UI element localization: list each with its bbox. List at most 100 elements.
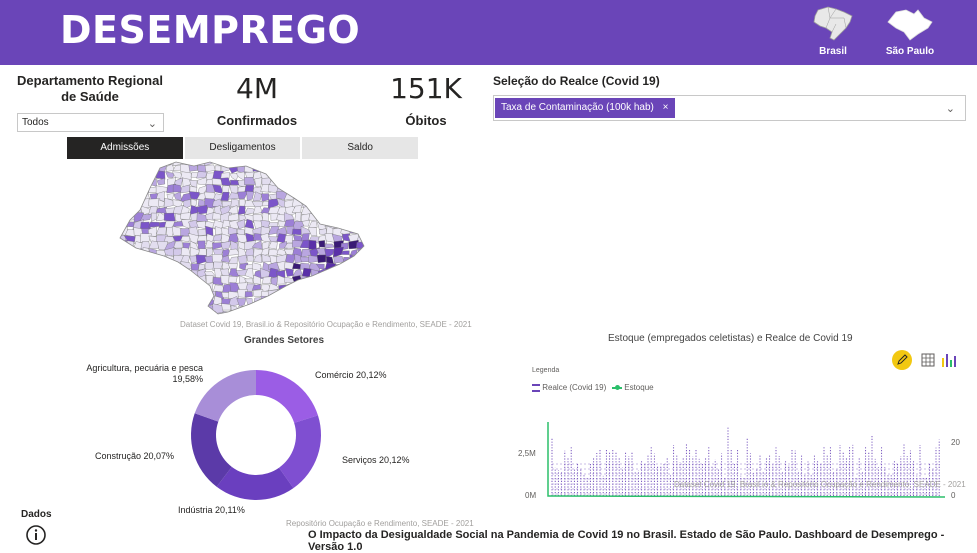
map-municipality[interactable] bbox=[292, 290, 303, 299]
map-municipality[interactable] bbox=[279, 178, 287, 188]
map-municipality[interactable] bbox=[143, 185, 150, 194]
map-municipality[interactable] bbox=[350, 249, 357, 255]
map-municipality[interactable] bbox=[309, 198, 318, 206]
map-municipality[interactable] bbox=[276, 171, 287, 180]
map-municipality[interactable] bbox=[180, 261, 192, 269]
map-municipality[interactable] bbox=[357, 184, 367, 194]
map-municipality[interactable] bbox=[133, 268, 143, 278]
map-municipality[interactable] bbox=[118, 220, 127, 227]
map-municipality[interactable] bbox=[197, 283, 208, 292]
map-municipality[interactable] bbox=[245, 291, 253, 297]
map-municipality[interactable] bbox=[349, 220, 359, 227]
map-municipality[interactable] bbox=[349, 303, 360, 313]
map-municipality[interactable] bbox=[318, 177, 327, 186]
map-municipality[interactable] bbox=[118, 299, 127, 305]
map-municipality[interactable] bbox=[294, 299, 304, 306]
map-municipality[interactable] bbox=[151, 213, 157, 221]
map-municipality[interactable] bbox=[342, 170, 351, 179]
map-municipality[interactable] bbox=[366, 278, 368, 285]
map-municipality[interactable] bbox=[260, 158, 271, 167]
map-municipality[interactable] bbox=[236, 234, 247, 243]
map-municipality[interactable] bbox=[196, 255, 206, 264]
map-municipality[interactable] bbox=[118, 284, 126, 293]
map-municipality[interactable] bbox=[119, 187, 125, 191]
map-municipality[interactable] bbox=[133, 193, 143, 201]
map-municipality[interactable] bbox=[125, 269, 134, 278]
map-municipality[interactable] bbox=[197, 171, 208, 178]
map-municipality[interactable] bbox=[277, 313, 287, 318]
map-municipality[interactable] bbox=[125, 248, 135, 256]
map-municipality[interactable] bbox=[341, 310, 351, 318]
map-municipality[interactable] bbox=[340, 282, 351, 292]
map-municipality[interactable] bbox=[309, 240, 317, 250]
map-municipality[interactable] bbox=[172, 297, 182, 307]
map-municipality[interactable] bbox=[333, 283, 343, 289]
map-municipality[interactable] bbox=[141, 297, 151, 303]
map-municipality[interactable] bbox=[318, 278, 325, 284]
map-municipality[interactable] bbox=[340, 163, 350, 172]
map-municipality[interactable] bbox=[238, 312, 247, 318]
map-municipality[interactable] bbox=[198, 304, 208, 313]
map-municipality[interactable] bbox=[349, 194, 359, 200]
map-municipality[interactable] bbox=[247, 255, 254, 261]
edit-button[interactable] bbox=[892, 350, 912, 370]
map-municipality[interactable] bbox=[326, 275, 335, 284]
map-municipality[interactable] bbox=[149, 283, 159, 293]
sao-paulo-choropleth-map[interactable] bbox=[118, 158, 368, 318]
map-municipality[interactable] bbox=[366, 208, 368, 213]
map-municipality[interactable] bbox=[173, 264, 182, 270]
map-municipality[interactable] bbox=[140, 178, 150, 186]
map-municipality[interactable] bbox=[356, 193, 367, 200]
map-municipality[interactable] bbox=[132, 158, 143, 167]
map-municipality[interactable] bbox=[333, 271, 343, 279]
map-municipality[interactable] bbox=[156, 269, 165, 277]
map-municipality[interactable] bbox=[311, 269, 320, 278]
map-municipality[interactable] bbox=[318, 213, 327, 222]
map-municipality[interactable] bbox=[164, 263, 174, 272]
map-municipality[interactable] bbox=[174, 312, 182, 318]
map-municipality[interactable] bbox=[365, 310, 368, 318]
department-dropdown[interactable]: Todos ⌄ bbox=[17, 113, 164, 132]
map-municipality[interactable] bbox=[159, 261, 168, 272]
map-municipality[interactable] bbox=[149, 313, 159, 318]
map-municipality[interactable] bbox=[292, 178, 300, 187]
map-municipality[interactable] bbox=[118, 173, 128, 180]
map-municipality[interactable] bbox=[309, 213, 320, 221]
map-municipality[interactable] bbox=[164, 213, 175, 222]
map-municipality[interactable] bbox=[262, 194, 269, 202]
map-municipality[interactable] bbox=[118, 264, 127, 271]
map-municipality[interactable] bbox=[319, 165, 327, 173]
map-municipality[interactable] bbox=[350, 213, 359, 222]
map-municipality[interactable] bbox=[261, 296, 271, 306]
map-municipality[interactable] bbox=[308, 291, 319, 298]
map-municipality[interactable] bbox=[133, 254, 143, 264]
map-municipality[interactable] bbox=[285, 304, 296, 313]
map-municipality[interactable] bbox=[309, 184, 318, 192]
map-municipality[interactable] bbox=[165, 269, 174, 276]
map-municipality[interactable] bbox=[325, 303, 335, 313]
map-municipality[interactable] bbox=[133, 263, 144, 269]
map-municipality[interactable] bbox=[270, 158, 280, 166]
map-municipality[interactable] bbox=[333, 192, 343, 200]
map-municipality[interactable] bbox=[342, 234, 350, 242]
map-municipality[interactable] bbox=[317, 255, 326, 263]
map-municipality[interactable] bbox=[333, 206, 343, 214]
map-municipality[interactable] bbox=[365, 158, 368, 166]
map-municipality[interactable] bbox=[293, 171, 302, 181]
map-municipality[interactable] bbox=[271, 163, 276, 171]
map-municipality[interactable] bbox=[207, 311, 216, 318]
map-municipality[interactable] bbox=[325, 170, 334, 180]
map-municipality[interactable] bbox=[356, 261, 367, 272]
map-municipality[interactable] bbox=[181, 312, 192, 318]
map-municipality[interactable] bbox=[198, 290, 205, 297]
map-municipality[interactable] bbox=[262, 277, 271, 284]
map-municipality[interactable] bbox=[189, 290, 199, 298]
map-municipality[interactable] bbox=[356, 276, 366, 283]
map-municipality[interactable] bbox=[286, 166, 295, 174]
map-municipality[interactable] bbox=[341, 219, 349, 228]
map-municipality[interactable] bbox=[221, 178, 232, 186]
map-municipality[interactable] bbox=[301, 192, 310, 201]
map-municipality[interactable] bbox=[156, 207, 167, 213]
map-municipality[interactable] bbox=[341, 304, 351, 311]
map-municipality[interactable] bbox=[317, 158, 326, 165]
